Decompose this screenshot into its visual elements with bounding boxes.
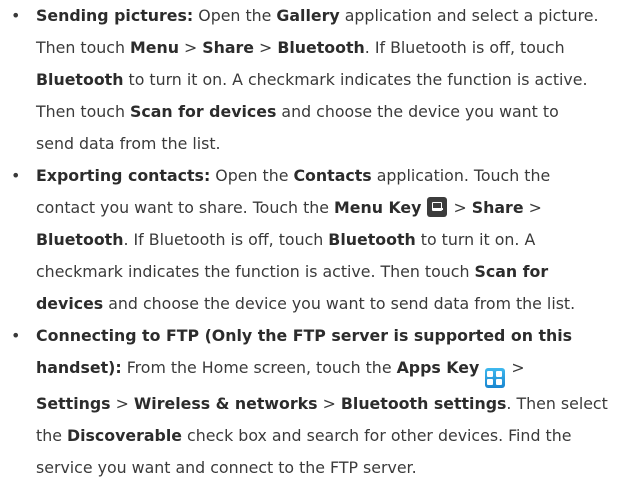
body-text bbox=[421, 198, 426, 217]
text-line: service you want and connect to the FTP … bbox=[36, 452, 630, 484]
bold-text: Exporting contacts: bbox=[36, 166, 211, 185]
manual-page: • Sending pictures: Open the Gallery appl… bbox=[0, 0, 634, 477]
text-line: Settings > Wireless & networks > Bluetoo… bbox=[36, 388, 630, 420]
text-line: Exporting contacts: Open the Contacts ap… bbox=[36, 160, 630, 192]
bold-text: Bluetooth settings bbox=[340, 394, 507, 413]
body-text: Then touch bbox=[36, 102, 131, 121]
apps-key-icon bbox=[485, 368, 506, 388]
bold-text: Discoverable bbox=[66, 426, 182, 445]
text-line: send data from the list. bbox=[36, 128, 630, 160]
body-text: > bbox=[317, 394, 341, 413]
body-text: > bbox=[110, 394, 134, 413]
text-line: the Discoverable check box and search fo… bbox=[36, 420, 630, 452]
text-line: Then touch Scan for devices and choose t… bbox=[36, 96, 630, 128]
text-line: Bluetooth. If Bluetooth is off, touch Bl… bbox=[36, 224, 630, 256]
bold-text: Share bbox=[202, 38, 255, 57]
bullet-marker: • bbox=[11, 166, 21, 185]
bold-text: Menu bbox=[130, 38, 179, 57]
body-text: contact you want to share. Touch the bbox=[36, 198, 335, 217]
bold-text: Scan for devices bbox=[130, 102, 277, 121]
bold-text: Bluetooth bbox=[277, 38, 365, 57]
bullet-marker: • bbox=[11, 326, 21, 345]
body-text: > bbox=[448, 198, 472, 217]
body-text: From the Home screen, touch the bbox=[121, 358, 397, 377]
body-text: Open the bbox=[193, 6, 277, 25]
text-line: checkmark indicates the function is acti… bbox=[36, 256, 630, 288]
bold-text: Share bbox=[471, 198, 524, 217]
body-text: Open the bbox=[210, 166, 294, 185]
body-text: to turn it on. A bbox=[415, 230, 536, 249]
bold-text: Connecting to FTP (Only the FTP server i… bbox=[36, 326, 573, 345]
text-line: handset): From the Home screen, touch th… bbox=[36, 352, 630, 388]
text-line: Connecting to FTP (Only the FTP server i… bbox=[36, 320, 630, 352]
bold-text: Bluetooth bbox=[36, 230, 124, 249]
text-line: contact you want to share. Touch the Men… bbox=[36, 192, 630, 224]
body-text: . Then select bbox=[506, 394, 608, 413]
bold-text: Sending pictures: bbox=[36, 6, 194, 25]
body-text: > bbox=[178, 38, 203, 57]
text-line: Then touch Menu > Share > Bluetooth. If … bbox=[36, 32, 630, 64]
bold-text: Bluetooth bbox=[328, 230, 416, 249]
text-line: Sending pictures: Open the Gallery appli… bbox=[36, 0, 630, 32]
bold-text: Bluetooth bbox=[36, 70, 124, 89]
body-text: > bbox=[523, 198, 542, 217]
body-text: and choose the device you want to bbox=[276, 102, 559, 121]
body-text: check box and search for other devices. … bbox=[182, 426, 572, 445]
bullet-list: • Sending pictures: Open the Gallery appl… bbox=[0, 0, 630, 484]
body-text: > bbox=[506, 358, 525, 377]
bold-text: Wireless & networks bbox=[133, 394, 318, 413]
list-item: • Exporting contacts: Open the Contacts a… bbox=[0, 160, 630, 320]
body-text: and choose the device you want to send d… bbox=[103, 294, 576, 313]
text-line: Bluetooth to turn it on. A checkmark ind… bbox=[36, 64, 630, 96]
bold-text: Contacts bbox=[293, 166, 372, 185]
body-text: send data from the list. bbox=[36, 134, 221, 153]
bold-text: handset): bbox=[36, 358, 122, 377]
body-text: . If Bluetooth is off, touch bbox=[364, 38, 565, 57]
bold-text: Menu Key bbox=[334, 198, 422, 217]
body-text: service you want and connect to the FTP … bbox=[36, 458, 417, 477]
body-text: application. Touch the bbox=[371, 166, 551, 185]
body-text: . If Bluetooth is off, touch bbox=[123, 230, 329, 249]
menu-key-icon bbox=[427, 197, 448, 217]
body-text: > bbox=[254, 38, 278, 57]
bold-text: Scan for bbox=[474, 262, 549, 281]
body-text: Then touch bbox=[36, 38, 131, 57]
list-item: • Connecting to FTP (Only the FTP server … bbox=[0, 320, 630, 484]
body-text: application and select a picture. bbox=[339, 6, 599, 25]
bullet-marker: • bbox=[11, 6, 21, 25]
bold-text: Apps Key bbox=[396, 358, 480, 377]
text-line: devices and choose the device you want t… bbox=[36, 288, 630, 320]
body-text bbox=[479, 358, 484, 377]
bold-text: devices bbox=[36, 294, 104, 313]
body-text: to turn it on. A checkmark indicates the… bbox=[123, 70, 588, 89]
body-text: checkmark indicates the function is acti… bbox=[36, 262, 475, 281]
list-item: • Sending pictures: Open the Gallery appl… bbox=[0, 0, 630, 160]
bold-text: Settings bbox=[36, 394, 111, 413]
bold-text: Gallery bbox=[276, 6, 340, 25]
body-text: the bbox=[36, 426, 67, 445]
